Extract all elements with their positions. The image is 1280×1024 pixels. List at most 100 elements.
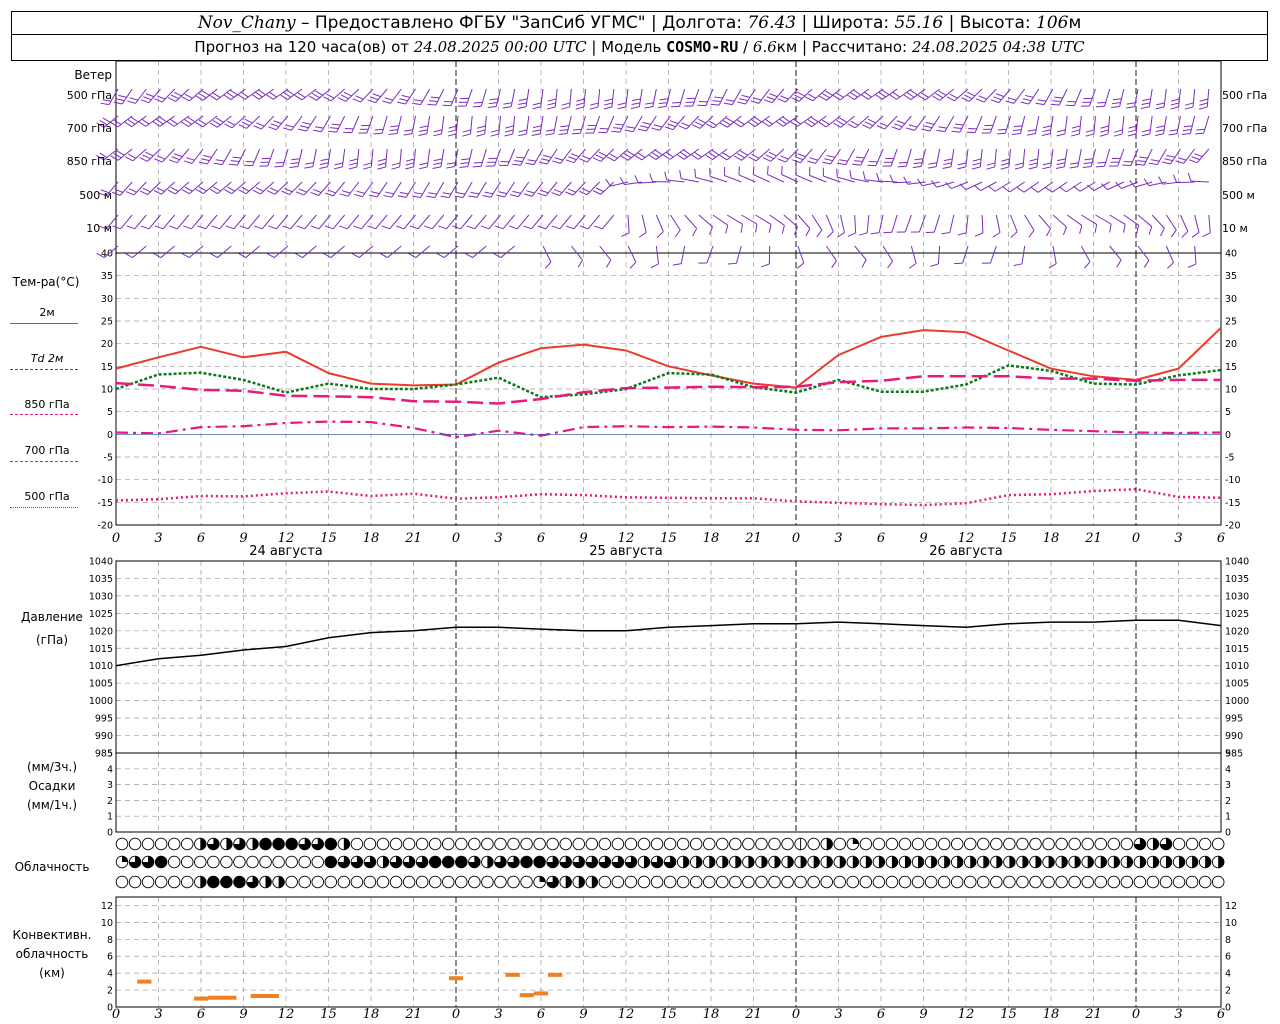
wind-barb-flag [1169,129,1178,132]
wind-level-500m-right: 500 м [1222,189,1255,202]
wind-barb-flag [403,133,413,136]
temp-tick-left: -5 [104,453,113,464]
cloud-circle [820,875,833,889]
wind-barb [1071,115,1082,137]
wind-level-850hpa-left: 850 гПа [66,155,112,168]
wind-barb-flag [432,166,442,169]
cloud-fill-half [252,838,259,850]
wind-barb-flag [460,162,469,165]
precip-tick-left: 5 [107,749,113,760]
wind-barb-staff [950,148,955,167]
wind-barb-flag [1199,98,1209,102]
cloud-fill-half [905,856,911,868]
wind-barb-flag [1042,129,1051,133]
cloud-fill-half [709,856,716,868]
cloud-circle [115,837,129,851]
wind-barb-staff [994,148,997,167]
wind-barb-staff [376,181,388,198]
wind-barb-flag [560,125,570,128]
wind-barb [274,148,289,168]
cloud-symbol-средний [937,855,951,869]
temp-tick-right: 35 [1225,271,1237,282]
wind-barb-staff [312,148,317,167]
wind-barb-flag [657,105,667,109]
cloud-circle [1159,875,1173,889]
wind-barb-flag [822,161,831,165]
cloud-symbol-верхний [820,837,833,851]
cloud-symbol-нижний [689,875,703,889]
wind-barb-flag [723,102,733,106]
wind-barb-flag [1056,133,1066,137]
cloud-symbol-нижний [964,875,977,889]
wind-barb-flag [1199,102,1208,106]
wind-barb-flag [981,132,991,134]
wind-barb-flag [951,130,961,133]
wind-barb-flag [290,162,299,165]
wind-barb [1127,115,1139,137]
wind-barb-flag [912,166,922,169]
wind-barb [621,214,630,237]
wind-barb-flag [709,167,711,177]
wind-barb [354,181,374,198]
cloud-symbol-нижний [246,875,259,889]
wind-barb-flag [1141,129,1151,133]
cloud-circle [977,875,990,889]
temp-x-tick: 6 [877,531,885,546]
wind-barb-flag [480,225,490,230]
wind-barb-staff [583,88,586,107]
cloud-circle [676,837,690,851]
wind-barb-flag [126,225,135,230]
wind-barb-flag [305,162,314,165]
wind-barb-flag [767,165,769,175]
wind-barb-flag [781,165,783,175]
wind-barb-flag [1062,226,1067,236]
cloud-symbol-средний [337,855,351,869]
convective-segment [208,995,237,1000]
wind-barb-staff [399,148,402,167]
wind-barb [545,115,558,136]
cloud-fill-half [696,856,702,868]
convective-segment [519,993,534,998]
wind-barb-staff [351,115,360,133]
pressure-tick-right: 1000 [1225,696,1249,707]
wind-barb-flag [113,101,123,105]
wind-barb-flag [650,263,659,269]
wind-barb [139,181,161,196]
wind-barb-flag [442,104,452,107]
wind-barb-staff [1013,88,1026,104]
wind-barb-staff [526,115,530,134]
wind-barb-staff [435,88,445,106]
cloud-symbol-нижний [872,875,886,889]
cloud-fill-half [996,856,1003,868]
wind-barb-staff [330,88,345,102]
cloud-symbol-средний [494,855,507,869]
cloud-fill-half [983,856,990,868]
wind-barb-staff [191,148,204,164]
cloud-fill-half [774,856,781,868]
cloud-symbol-средний [1172,855,1186,869]
temp-x-tick: 6 [1217,531,1225,546]
wind-barb [472,88,487,108]
wind-barb-flag [630,106,640,109]
wind-barb-flag [1127,133,1137,137]
wind-barb-flag [405,162,415,166]
cloud-circle [167,855,181,869]
wind-barb-flag [603,106,613,110]
cloud-symbol-нижний [820,875,833,889]
cloud-circle [167,837,181,851]
cloud-symbol-нижний [768,875,781,889]
cloud-symbol-верхний [924,837,938,851]
wind-barb-staff [944,115,955,132]
cloud-symbol-средний [220,855,233,869]
temp-x-tick: 0 [792,531,800,546]
wind-barb-flag [362,166,372,170]
wind-barb-staff [415,245,430,258]
wind-barb [1202,214,1211,238]
wind-barb-staff [641,214,647,233]
wind-barb-flag [169,225,178,230]
cloud-symbol-нижний [1185,875,1199,889]
cloud-fill-half [1009,856,1016,868]
wind-barb-staff [1165,245,1174,263]
wind-barb [446,148,459,169]
cloud-symbol-верхний [1159,837,1173,851]
